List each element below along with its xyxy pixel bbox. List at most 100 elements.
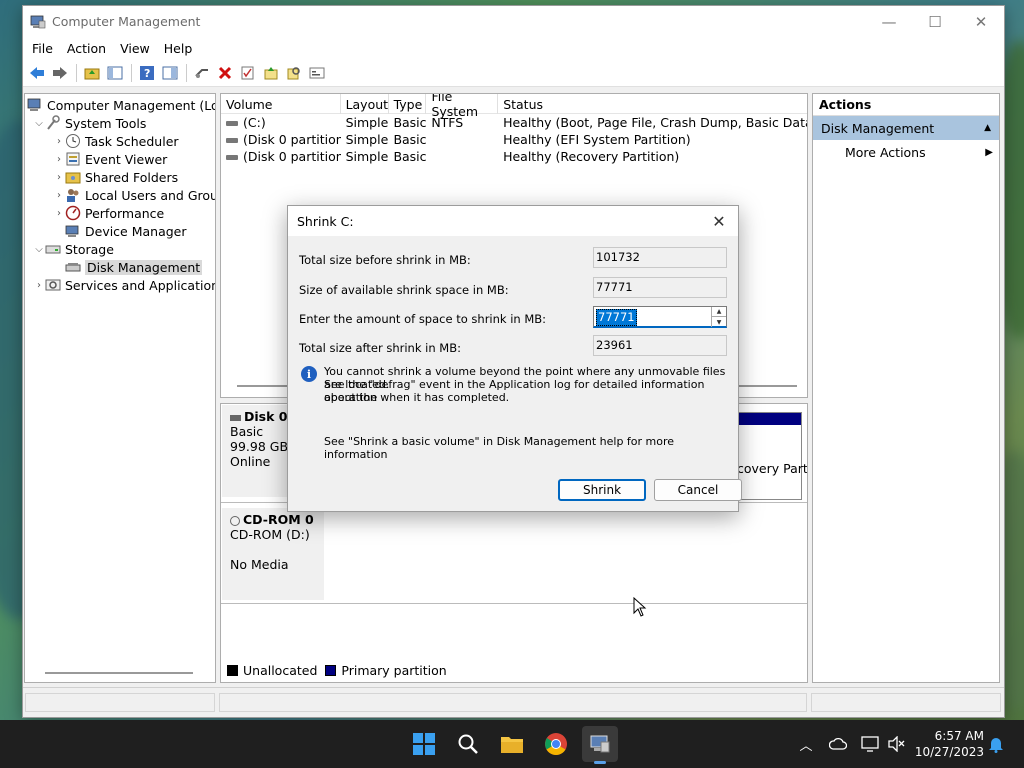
chrome-button[interactable] — [538, 726, 574, 762]
volume-icon — [226, 121, 238, 126]
unallocated-swatch — [227, 665, 238, 676]
collapse-triangle-icon[interactable]: ▲ — [984, 123, 991, 133]
search-key-icon[interactable] — [283, 62, 305, 84]
minimize-button[interactable]: — — [866, 6, 912, 37]
tree-item-shared-folders[interactable]: › Shared Folders — [53, 168, 178, 186]
table-row[interactable]: (Disk 0 partition 4) Simple Basic Health… — [221, 148, 807, 165]
menu-bar: File Action View Help — [23, 37, 1004, 59]
recovery-partition[interactable]: covery Part — [736, 412, 807, 500]
navigation-tree: Computer Management (Local ⌵ System Tool… — [24, 93, 216, 683]
volume-icon — [226, 155, 238, 160]
clock-date: 10/27/2023 — [914, 745, 984, 759]
actions-heading: Actions — [813, 94, 999, 116]
window-title: Computer Management — [52, 14, 201, 29]
chevron-up-icon[interactable]: ︿ — [796, 734, 816, 754]
network-cloud-icon[interactable] — [828, 734, 848, 754]
close-button[interactable]: ✕ — [958, 6, 1004, 37]
menu-help[interactable]: Help — [157, 41, 200, 56]
chevron-right-icon[interactable]: › — [53, 190, 65, 201]
title-bar[interactable]: Computer Management — ☐ ✕ — [23, 6, 1004, 37]
tree-item-root[interactable]: Computer Management (Local — [27, 96, 215, 114]
shrink-button[interactable]: Shrink — [558, 479, 646, 501]
display-icon[interactable] — [860, 734, 880, 754]
computer-management-app-icon — [590, 735, 610, 753]
table-row[interactable]: (Disk 0 partition 1) Simple Basic Health… — [221, 131, 807, 148]
event-viewer-icon — [65, 151, 81, 167]
chevron-right-icon[interactable]: › — [33, 280, 45, 291]
col-status[interactable]: Status — [498, 94, 807, 114]
disk-management-icon — [65, 259, 81, 275]
users-icon — [65, 187, 81, 203]
col-file-system[interactable]: File System — [426, 94, 499, 119]
actions-section-disk-management[interactable]: Disk Management ▲ — [813, 116, 999, 140]
tree-scrollbar[interactable] — [45, 672, 193, 674]
chevron-down-icon[interactable]: ⌵ — [33, 118, 45, 129]
chevron-right-icon[interactable]: › — [53, 136, 65, 147]
col-type[interactable]: Type — [389, 94, 427, 114]
status-segment — [25, 693, 215, 712]
dialog-title-bar[interactable]: Shrink C: ✕ — [288, 206, 738, 236]
tree-item-disk-management[interactable]: Disk Management — [65, 258, 203, 276]
submenu-arrow-icon: ▶ — [985, 146, 993, 158]
shrink-dialog: Shrink C: ✕ Total size before shrink in … — [287, 205, 742, 512]
disk-icon — [230, 414, 241, 421]
total-before-value: 101732 — [593, 247, 727, 268]
stepper-up-icon[interactable]: ▲ — [712, 307, 726, 317]
menu-action[interactable]: Action — [60, 41, 113, 56]
connect-icon[interactable] — [191, 62, 213, 84]
export-icon[interactable] — [260, 62, 282, 84]
help-icon[interactable]: ? — [136, 62, 158, 84]
tree-item-event-viewer[interactable]: › Event Viewer — [53, 150, 167, 168]
available-space-label: Size of available shrink space in MB: — [299, 283, 509, 297]
properties-icon[interactable] — [237, 62, 259, 84]
menu-view[interactable]: View — [113, 41, 157, 56]
maximize-button[interactable]: ☐ — [912, 6, 958, 37]
active-indicator — [594, 761, 606, 764]
partition-header-bar — [737, 413, 801, 425]
tree-item-performance[interactable]: › Performance — [53, 204, 164, 222]
col-layout[interactable]: Layout — [341, 94, 389, 114]
chevron-right-icon[interactable]: › — [53, 172, 65, 183]
taskbar: ︿ 6:57 AM 10/27/2023 — [0, 720, 1024, 768]
windows-logo-icon — [413, 733, 435, 755]
available-space-value: 77771 — [593, 277, 727, 298]
notification-bell-icon[interactable] — [986, 734, 1006, 754]
up-folder-icon[interactable] — [81, 62, 103, 84]
chevron-down-icon[interactable]: ⌵ — [33, 244, 45, 255]
tree-item-services[interactable]: › Services and Applications — [33, 276, 215, 294]
cdrom-info[interactable]: CD-ROM 0 CD-ROM (D:) No Media — [222, 508, 324, 600]
col-volume[interactable]: Volume — [221, 94, 341, 114]
shrink-amount-input[interactable]: 77771 ▲ ▼ — [593, 306, 727, 328]
dialog-close-button[interactable]: ✕ — [708, 210, 730, 232]
chevron-right-icon[interactable]: › — [53, 154, 65, 165]
shrink-amount-text: 77771 — [596, 309, 637, 326]
back-arrow-icon[interactable] — [26, 62, 48, 84]
tree-item-system-tools[interactable]: ⌵ System Tools — [33, 114, 146, 132]
tree-item-device-manager[interactable]: Device Manager — [65, 222, 187, 240]
console-icon[interactable] — [306, 62, 328, 84]
forward-arrow-icon[interactable] — [49, 62, 71, 84]
computer-management-taskbar-button[interactable] — [582, 726, 618, 764]
more-actions-item[interactable]: More Actions ▶ — [813, 140, 999, 164]
chevron-right-icon[interactable]: › — [53, 208, 65, 219]
volume-list-header: Volume Layout Type File System Status — [221, 94, 807, 119]
stepper-down-icon[interactable]: ▼ — [712, 317, 726, 327]
tree-item-local-users[interactable]: › Local Users and Groups — [53, 186, 215, 204]
view-pane-icon[interactable] — [159, 62, 181, 84]
search-button[interactable] — [450, 726, 486, 762]
start-button[interactable] — [406, 726, 442, 762]
tree-item-task-scheduler[interactable]: › Task Scheduler — [53, 132, 179, 150]
delete-icon[interactable] — [214, 62, 236, 84]
toolbar: ? — [23, 59, 1004, 87]
tree-item-storage[interactable]: ⌵ Storage — [33, 240, 114, 258]
search-icon — [458, 734, 478, 754]
total-after-label: Total size after shrink in MB: — [299, 341, 461, 355]
volume-muted-icon[interactable] — [886, 734, 906, 754]
menu-file[interactable]: File — [25, 41, 60, 56]
shrink-amount-stepper[interactable]: ▲ ▼ — [711, 307, 726, 327]
file-explorer-button[interactable] — [494, 726, 530, 762]
show-hide-tree-icon[interactable] — [104, 62, 126, 84]
table-row[interactable]: (C:) Simple Basic NTFS Healthy (Boot, Pa… — [221, 114, 807, 131]
cancel-button[interactable]: Cancel — [654, 479, 742, 501]
clock[interactable]: 6:57 AM 10/27/2023 — [915, 728, 984, 760]
